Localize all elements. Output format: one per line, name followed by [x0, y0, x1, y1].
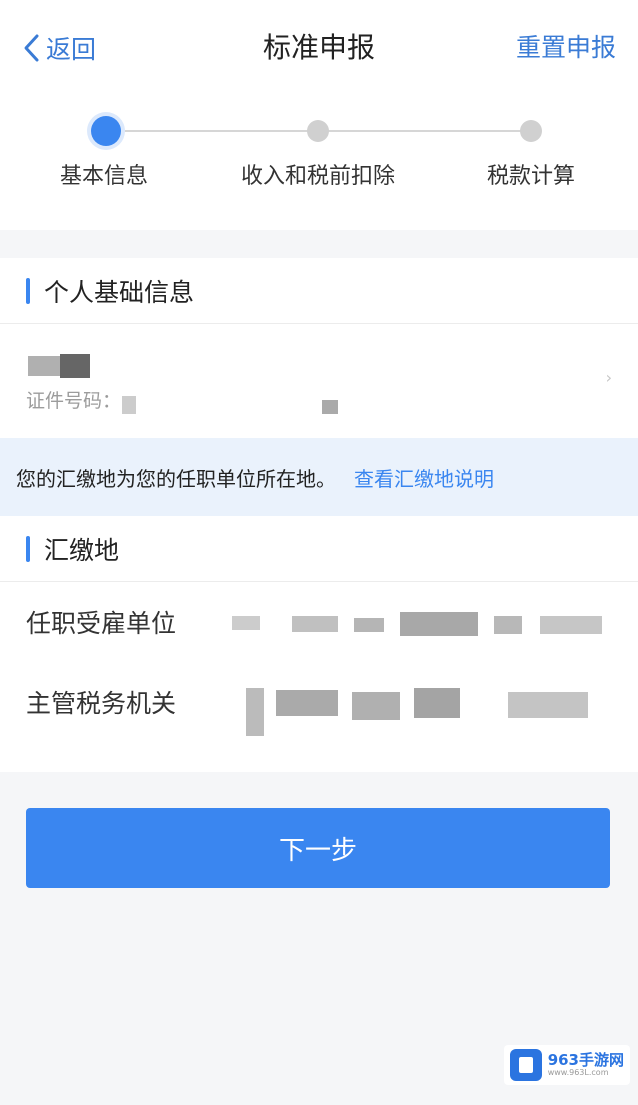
step-label-basic-info: 基本信息: [59, 164, 149, 189]
step-connector: [106, 130, 318, 132]
redacted-value: [352, 692, 400, 720]
redacted-value: [508, 692, 588, 718]
redacted-id: [122, 396, 136, 414]
redacted-name: [60, 354, 90, 378]
field-label: 主管税务机关: [26, 689, 177, 718]
step-label-tax-calc: 税款计算: [486, 164, 576, 189]
redacted-value: [400, 612, 478, 636]
redacted-id: [322, 400, 338, 414]
chevron-right-icon: ›: [605, 368, 612, 387]
id-number-label: 证件号码：: [26, 390, 122, 412]
redacted-value: [354, 618, 384, 632]
step-dot-active: [91, 116, 121, 146]
step-indicator: 基本信息 收入和税前扣除 税款计算: [0, 92, 638, 230]
nav-bar: 返回 标准申报 重置申报: [0, 0, 638, 92]
step-dot: [307, 120, 329, 142]
field-label: 任职受雇单位: [26, 609, 177, 638]
field-employer[interactable]: 任职受雇单位: [0, 582, 638, 662]
section-header-personal: 个人基础信息: [0, 258, 638, 324]
watermark: 963手游网 www.963L.com: [503, 1045, 630, 1085]
section-header-payment-place: 汇缴地: [0, 516, 638, 582]
redacted-value: [494, 616, 522, 634]
redacted-value: [540, 616, 602, 634]
personal-info-card[interactable]: 证件号码： ›: [0, 324, 638, 438]
section-title: 个人基础信息: [44, 277, 195, 307]
redacted-value: [292, 616, 338, 632]
button-wrapper: 下一步: [0, 772, 638, 888]
watermark-url: www.963L.com: [547, 1068, 609, 1077]
redacted-value: [276, 690, 338, 716]
step-connector: [318, 130, 530, 132]
section-accent-bar: [26, 277, 30, 304]
brand-logo-icon: [509, 1049, 542, 1081]
payment-place-fields: 任职受雇单位 主管税务机关: [0, 582, 638, 772]
watermark-brand: 963手游网: [547, 1051, 624, 1069]
section-accent-bar: [26, 535, 30, 562]
view-payment-place-link[interactable]: 查看汇缴地说明: [354, 463, 494, 492]
step-label-income: 收入和税前扣除: [240, 164, 396, 189]
section-title: 汇缴地: [44, 535, 120, 565]
next-step-button[interactable]: 下一步: [26, 808, 610, 888]
reset-button[interactable]: 重置申报: [516, 30, 616, 66]
notice-message: 您的汇缴地为您的任职单位所在地。: [16, 466, 336, 491]
payment-place-notice: 您的汇缴地为您的任职单位所在地。 查看汇缴地说明: [0, 438, 638, 516]
redacted-value: [232, 616, 260, 630]
step-dot: [520, 120, 542, 142]
redacted-value: [246, 688, 264, 736]
redacted-value: [414, 688, 460, 718]
field-tax-authority[interactable]: 主管税务机关: [0, 662, 638, 752]
